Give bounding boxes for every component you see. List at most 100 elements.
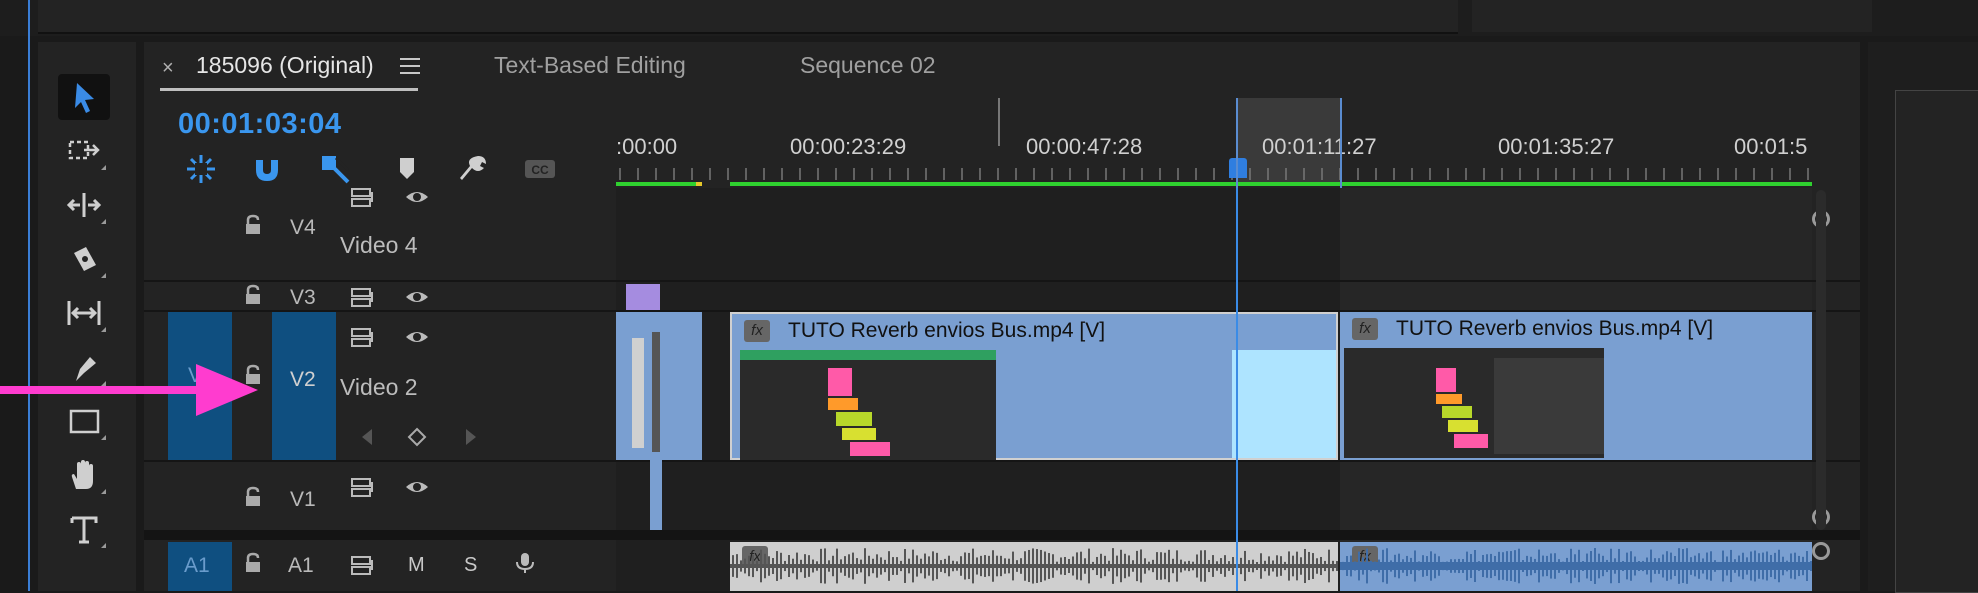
fx-badge: fx (744, 320, 770, 342)
waveform-bar (776, 551, 778, 581)
add-keyframe-icon[interactable] (404, 426, 430, 448)
video-clip[interactable]: fx TUTO Reverb envios Bus.mp4 [V] (730, 312, 1338, 460)
v3-clip[interactable] (626, 284, 660, 310)
waveform-bar (1358, 551, 1360, 581)
waveform-bar (1084, 558, 1086, 574)
hand-tool[interactable] (58, 452, 110, 498)
next-keyframe-icon[interactable] (458, 426, 484, 448)
mute-button[interactable]: M (408, 554, 425, 577)
track-label-a1[interactable]: A1 (288, 554, 314, 578)
lock-icon[interactable] (240, 552, 266, 574)
eye-icon[interactable] (404, 286, 430, 308)
audio-clip[interactable]: fx (1340, 542, 1812, 591)
waveform-bar (1718, 561, 1720, 571)
slip-icon (67, 301, 101, 325)
waveform-bar (1332, 560, 1334, 572)
sync-lock-icon[interactable] (350, 476, 376, 498)
waveform-bar (756, 560, 758, 572)
audio-meter (1895, 90, 1978, 593)
ripple-edit-tool[interactable] (58, 182, 110, 228)
audio-clip[interactable]: fx (730, 542, 1338, 591)
timeline-settings-wrench-icon[interactable] (456, 152, 490, 186)
waveform-bar (1200, 550, 1202, 582)
lock-icon[interactable] (240, 284, 266, 306)
waveform-bar (748, 555, 750, 577)
audio-zoom-knob[interactable] (1812, 542, 1830, 560)
waveform-bar (948, 555, 950, 577)
waveform-bar (1670, 552, 1672, 580)
sync-lock-icon[interactable] (350, 326, 376, 348)
tab-sequence-original[interactable]: 185096 (Original) (196, 52, 374, 79)
type-tool[interactable] (58, 506, 110, 552)
razor-blade-icon (74, 247, 96, 271)
source-patch-a1-label: A1 (184, 554, 210, 577)
eye-icon[interactable] (404, 326, 430, 348)
waveform-bar (824, 548, 826, 584)
microphone-icon[interactable] (512, 552, 538, 574)
clip-thumbnail (740, 350, 996, 460)
waveform-bar (1216, 561, 1218, 571)
lock-icon[interactable] (240, 486, 266, 508)
waveform-bar (792, 558, 794, 574)
waveform-bar (1008, 558, 1010, 574)
eye-icon[interactable] (404, 186, 430, 208)
track-label-v2[interactable]: V2 (290, 368, 316, 392)
waveform-bar (1474, 550, 1476, 582)
tab-sequence-02[interactable]: Sequence 02 (800, 52, 936, 79)
lock-icon[interactable] (240, 214, 266, 236)
video-clip[interactable]: fx TUTO Reverb envios Bus.mp4 [V] (1340, 312, 1812, 460)
waveform-bar (1016, 560, 1018, 572)
sync-lock-icon[interactable] (350, 186, 376, 208)
previous-keyframe-icon[interactable] (354, 426, 380, 448)
waveform-bar (1374, 561, 1376, 571)
solo-button[interactable]: S (464, 554, 477, 577)
work-area-bar[interactable] (730, 182, 1812, 186)
track-label-v1[interactable]: V1 (290, 488, 316, 512)
eye-icon[interactable] (404, 476, 430, 498)
waveform-bar (752, 554, 754, 578)
work-area-bar[interactable] (616, 182, 700, 186)
waveform-bar (880, 557, 882, 575)
snap-magnet-icon[interactable] (250, 152, 284, 186)
playhead-timecode[interactable]: 00:01:03:04 (178, 108, 342, 141)
waveform-bar (1726, 556, 1728, 576)
waveform-bar (1406, 555, 1408, 577)
waveform-bar (1328, 549, 1330, 583)
v1-clip[interactable] (650, 460, 662, 530)
ruler-marker (998, 98, 1000, 146)
playhead-handle[interactable] (1229, 158, 1247, 178)
waveform-bar (1698, 553, 1700, 579)
track-label-v4[interactable]: V4 (290, 216, 316, 240)
waveform-bar (1770, 554, 1772, 578)
waveform-bar (1096, 556, 1098, 576)
tab-close-button[interactable]: × (162, 57, 174, 80)
waveform-bar (840, 559, 842, 573)
captions-cc-icon[interactable]: CC (522, 152, 556, 186)
waveform-bar (1746, 557, 1748, 575)
razor-tool[interactable] (58, 236, 110, 282)
source-monitor-bottom (1472, 0, 1872, 32)
waveform-bar (1088, 548, 1090, 584)
waveform-bar (896, 557, 898, 575)
waveform-bar (1228, 561, 1230, 571)
waveform-bar (1506, 551, 1508, 581)
nest-sequence-icon[interactable] (184, 152, 218, 186)
tab-text-based-editing[interactable]: Text-Based Editing (494, 52, 686, 79)
waveform-bar (1264, 560, 1266, 572)
v2-short-clip[interactable] (616, 312, 702, 460)
linked-selection-icon[interactable] (318, 152, 352, 186)
playhead-line[interactable] (1236, 168, 1238, 591)
slip-tool[interactable] (58, 290, 110, 336)
waveform-bar (1152, 559, 1154, 573)
track-label-v3[interactable]: V3 (290, 286, 316, 310)
sync-lock-icon[interactable] (350, 554, 376, 576)
tab-menu-icon[interactable] (400, 58, 420, 79)
sync-lock-icon[interactable] (350, 286, 376, 308)
waveform-bar (1730, 549, 1732, 583)
track-select-tool[interactable] (58, 128, 110, 174)
waveform-bar (972, 548, 974, 584)
add-marker-icon[interactable] (390, 152, 424, 186)
vertical-scrollbar[interactable] (1816, 190, 1826, 530)
out-point-line (1340, 98, 1342, 188)
selection-tool[interactable] (58, 74, 110, 120)
